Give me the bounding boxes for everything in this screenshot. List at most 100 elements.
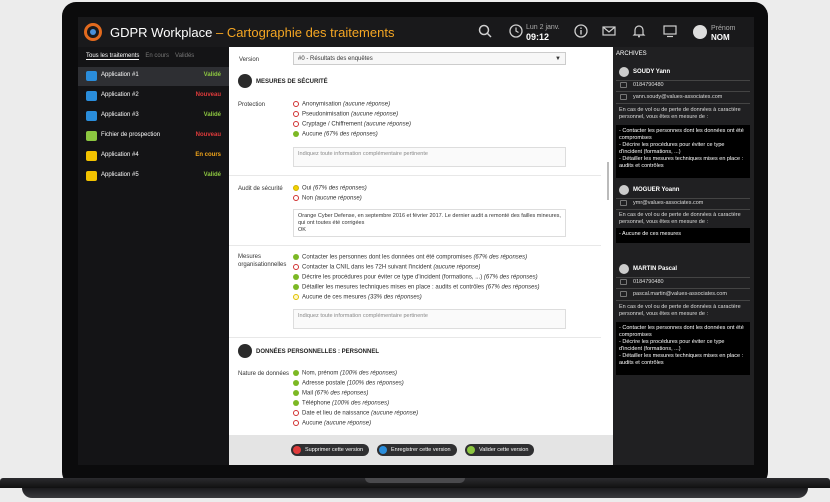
divider	[616, 103, 750, 104]
option-birth[interactable]: Date et lieu de naissance (aucune répons…	[293, 410, 418, 417]
check-icon	[293, 390, 299, 396]
list-item[interactable]: Application #3 Validé	[78, 107, 229, 126]
protection-label: Protection	[238, 102, 266, 108]
option-name[interactable]: Nom, prénom (100% des réponses)	[293, 370, 397, 377]
option-none[interactable]: Aucune (67% des réponses)	[293, 131, 378, 138]
check-icon	[293, 284, 299, 290]
archive-answer: - Aucune de ces mesures	[616, 228, 750, 243]
radio-empty-icon	[293, 195, 299, 201]
divider	[229, 245, 601, 246]
app-screen: GDPR Workplace – Cartographie des traite…	[78, 17, 754, 465]
clock-icon	[508, 24, 524, 40]
archive-author: SOUDY Yann	[633, 69, 671, 75]
status-badge: Nouveau	[195, 92, 221, 98]
tab-in-progress[interactable]: En cours	[145, 53, 169, 59]
list-item[interactable]: Application #5 Validé	[78, 167, 229, 186]
questionnaire-panel: Version #0 - Résultats des enquêtes ▼ MES…	[229, 47, 613, 465]
divider	[616, 277, 750, 278]
status-badge: Nouveau	[195, 132, 221, 138]
check-icon	[293, 370, 299, 376]
archives-panel: ARCHIVES SOUDY Yann 0184790480 yann.soud…	[613, 47, 754, 465]
phone-icon	[620, 279, 627, 285]
option-pseudonymisation[interactable]: Pseudonimisation (aucune réponse)	[293, 111, 398, 118]
avatar	[619, 264, 629, 274]
archive-answer: - Contacter les personnes dont les donné…	[616, 125, 750, 178]
check-icon	[467, 446, 475, 454]
option-phone[interactable]: Téléphone (100% des réponses)	[293, 400, 389, 407]
archives-title: ARCHIVES	[616, 51, 647, 57]
folder-icon	[86, 71, 97, 81]
validate-version-button[interactable]: Valider cette version	[465, 444, 535, 456]
check-icon	[293, 131, 299, 137]
folder-icon	[86, 91, 97, 101]
option-none-data[interactable]: Aucune (aucune réponse)	[293, 420, 371, 427]
protection-info-textarea[interactable]: Indiquez toute information complémentair…	[293, 147, 566, 167]
radio-partial-icon	[293, 294, 299, 300]
info-icon[interactable]	[573, 24, 589, 40]
measures-info-textarea[interactable]: Indiquez toute information complémentair…	[293, 309, 566, 329]
option-contact-persons[interactable]: Contacter les personnes dont les données…	[293, 254, 527, 261]
bell-icon[interactable]	[631, 24, 647, 40]
folder-icon	[86, 111, 97, 121]
option-technical-measures[interactable]: Détailler les mesures techniques mises e…	[293, 284, 539, 291]
action-bar: Supprimer cette version Enregistrer cett…	[229, 435, 613, 465]
status-badge: Validé	[203, 72, 221, 78]
tab-all[interactable]: Tous les traitements	[86, 53, 140, 60]
avatar	[619, 67, 629, 77]
radio-empty-icon	[293, 420, 299, 426]
mail-icon	[620, 291, 627, 297]
screen-icon[interactable]	[662, 24, 678, 40]
list-item-name: Application #5	[101, 172, 139, 178]
radio-empty-icon	[293, 264, 299, 270]
option-describe-procedures[interactable]: Décrire les procédures pour éviter ce ty…	[293, 274, 538, 281]
clock-date: Lun 2 janv.	[526, 24, 560, 31]
archive-question: En cas de vol ou de perte de données à c…	[619, 107, 741, 120]
option-encryption[interactable]: Cryptage / Chiffrement (aucune réponse)	[293, 121, 411, 128]
list-item[interactable]: Application #2 Nouveau	[78, 87, 229, 106]
divider	[616, 300, 750, 301]
scrollbar[interactable]	[607, 162, 609, 200]
option-address[interactable]: Adresse postale (100% des réponses)	[293, 380, 404, 387]
list-item[interactable]: Fichier de prospection Nouveau	[78, 127, 229, 146]
archive-card: MOGUER Yoann ymr@values-associates.com E…	[616, 183, 750, 263]
option-anonymisation[interactable]: Anonymisation (aucune réponse)	[293, 101, 390, 108]
search-icon[interactable]	[477, 24, 493, 40]
list-item[interactable]: Application #4 En cours	[78, 147, 229, 166]
divider	[229, 337, 601, 338]
option-mail[interactable]: Mail (67% des réponses)	[293, 390, 368, 397]
avatar[interactable]	[693, 25, 707, 39]
delete-version-button[interactable]: Supprimer cette version	[291, 444, 370, 456]
radio-empty-icon	[293, 111, 299, 117]
nature-label: Nature de données	[238, 371, 290, 377]
option-audit-no[interactable]: Non (aucune réponse)	[293, 195, 362, 202]
archive-email: yann.soudy@values-associates.com	[633, 94, 723, 100]
check-icon	[293, 274, 299, 280]
divider	[616, 80, 750, 81]
archive-phone: 0184790480	[633, 279, 664, 285]
list-item[interactable]: Application #1 Validé	[78, 67, 229, 86]
chevron-down-icon: ▼	[555, 56, 561, 62]
mail-icon	[620, 200, 627, 206]
status-badge: Validé	[203, 172, 221, 178]
page-title: GDPR Workplace – Cartographie des traite…	[110, 25, 395, 40]
archive-email: ymr@values-associates.com	[633, 200, 704, 206]
top-bar: GDPR Workplace – Cartographie des traite…	[78, 17, 754, 47]
option-contact-cnil[interactable]: Contacter la CNIL dans les 72H suivant l…	[293, 264, 480, 271]
option-no-measures[interactable]: Aucune de ces mesures (33% des réponses)	[293, 294, 422, 301]
status-badge: Validé	[203, 112, 221, 118]
archive-answer: - Contacter les personnes dont les donné…	[616, 322, 750, 375]
file-icon	[86, 131, 97, 141]
audit-textarea[interactable]: Orange Cyber Defense, en septembre 2016 …	[293, 209, 566, 237]
option-audit-yes[interactable]: Oui (67% des réponses)	[293, 185, 367, 192]
tab-validated[interactable]: Validés	[175, 53, 194, 59]
version-select[interactable]: #0 - Résultats des enquêtes ▼	[293, 52, 566, 65]
archive-author: MARTIN Pascal	[633, 266, 678, 272]
save-version-button[interactable]: Enregistrer cette version	[377, 444, 457, 456]
filter-tabs: Tous les traitements En cours Validés	[86, 53, 200, 60]
audit-label: Audit de sécurité	[238, 186, 283, 192]
section-title-personal-data: DONNÉES PERSONNELLES : PERSONNEL	[256, 349, 380, 355]
archive-author: MOGUER Yoann	[633, 187, 680, 193]
folder-icon	[86, 171, 97, 181]
mail-icon[interactable]	[601, 24, 617, 40]
divider	[616, 198, 750, 199]
